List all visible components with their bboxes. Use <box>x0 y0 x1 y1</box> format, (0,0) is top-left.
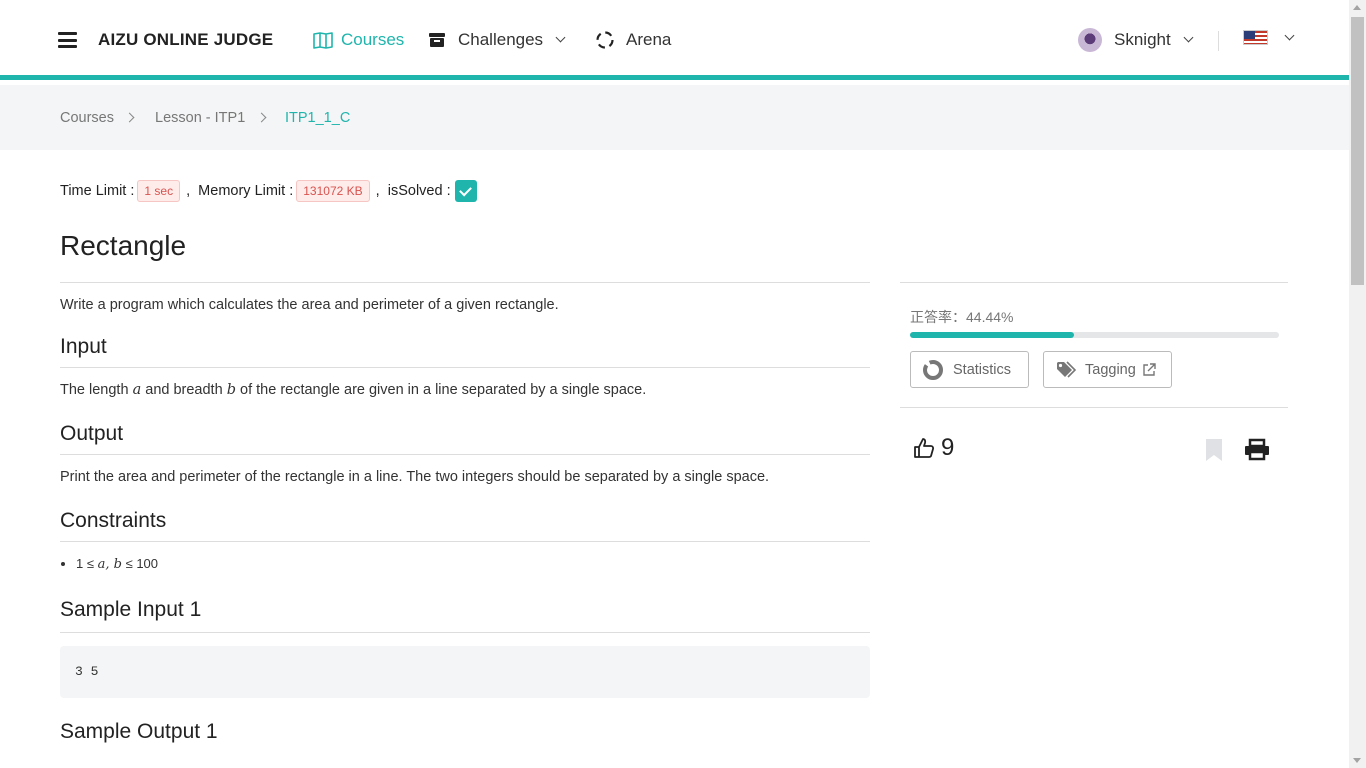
avatar <box>1078 28 1102 52</box>
problem-statement: Rectangle Write a program which calculat… <box>60 230 870 752</box>
nav-challenges[interactable]: Challenges <box>428 30 566 50</box>
scroll-up-arrow-icon[interactable] <box>1353 5 1361 10</box>
input-description: The length a and breadth b of the rectan… <box>60 382 870 398</box>
memory-limit-label: Memory Limit : <box>198 183 294 199</box>
progress-fill <box>910 332 1074 338</box>
separator-comma: , <box>186 183 199 199</box>
chevron-down-icon <box>1183 32 1194 43</box>
user-menu[interactable]: Sknight <box>1078 28 1194 52</box>
acceptance-rate: 正答率：44.44% <box>910 309 1014 325</box>
chevron-down-icon <box>555 32 566 43</box>
nav-arena[interactable]: Arena <box>595 30 671 50</box>
solved-label: isSolved : <box>387 183 451 199</box>
memory-limit-badge: 131072 KB <box>296 180 370 202</box>
bookmark-icon[interactable] <box>1205 438 1223 462</box>
side-panel: 正答率：44.44% Statistics Tagging 9 <box>900 282 1288 461</box>
tags-icon <box>1057 360 1077 378</box>
problem-description: Write a program which calculates the are… <box>60 297 559 313</box>
time-limit-badge: 1 sec <box>137 180 181 202</box>
breadcrumb: Courses Lesson - ITP1 ITP1_1_C <box>0 85 1349 150</box>
math-vars: a, b <box>97 557 122 572</box>
nav-challenges-label: Challenges <box>458 30 544 49</box>
chevron-down-icon <box>1284 30 1295 40</box>
breadcrumb-courses[interactable]: Courses <box>60 110 114 126</box>
hamburger-menu-icon[interactable] <box>58 32 77 48</box>
nav-divider <box>1218 31 1219 51</box>
time-limit-label: Time Limit : <box>60 183 135 199</box>
language-menu[interactable] <box>1243 30 1295 45</box>
archive-icon <box>429 33 445 47</box>
stats-panel: 正答率：44.44% Statistics Tagging <box>900 282 1288 408</box>
scroll-down-arrow-icon[interactable] <box>1353 758 1361 763</box>
nav-courses[interactable]: Courses <box>313 30 404 50</box>
math-var-b: b <box>226 382 236 398</box>
thumbs-up-icon <box>914 438 935 458</box>
output-heading: Output <box>60 422 870 455</box>
nav-courses-label: Courses <box>341 30 405 49</box>
top-navbar: AIZU ONLINE JUDGE Courses Challenges Are… <box>0 0 1349 80</box>
scrollbar[interactable] <box>1349 0 1366 768</box>
like-count: 9 <box>941 434 955 461</box>
us-flag-icon <box>1243 30 1268 45</box>
input-text: and breadth <box>145 382 223 398</box>
circle-notch-icon <box>596 31 614 49</box>
constraints-heading: Constraints <box>60 509 870 542</box>
list-item: 1 ≤ a, b ≤ 100 <box>76 556 870 572</box>
page-title: Rectangle <box>60 230 870 283</box>
separator-comma: , <box>375 183 388 199</box>
pie-chart-icon <box>923 359 943 380</box>
external-link-icon <box>1143 362 1156 376</box>
scrollbar-thumb[interactable] <box>1351 17 1364 285</box>
constraint-text: 1 ≤ <box>76 556 94 571</box>
input-text: The length <box>60 382 129 398</box>
breadcrumb-problem[interactable]: ITP1_1_C <box>285 110 350 126</box>
math-var-a: a <box>132 382 142 398</box>
output-description: Print the area and perimeter of the rect… <box>60 469 770 485</box>
sample-input-heading: Sample Input 1 <box>60 598 870 633</box>
acceptance-progress-bar <box>910 332 1279 338</box>
chevron-right-icon <box>256 112 267 123</box>
input-heading: Input <box>60 335 870 368</box>
tagging-button[interactable]: Tagging <box>1043 351 1172 388</box>
breadcrumb-lesson[interactable]: Lesson - ITP1 <box>155 110 245 126</box>
sample-output-heading: Sample Output 1 <box>60 720 218 743</box>
check-icon <box>454 180 477 202</box>
username: Sknight <box>1114 30 1171 49</box>
sample-input-block: 3 5 <box>60 646 870 698</box>
book-icon <box>313 31 333 49</box>
statistics-label: Statistics <box>953 361 1012 378</box>
statistics-button[interactable]: Statistics <box>910 351 1029 388</box>
brand-logo[interactable]: AIZU ONLINE JUDGE <box>98 30 273 50</box>
like-button[interactable]: 9 <box>913 434 954 462</box>
input-text: of the rectangle are given in a line sep… <box>240 382 647 398</box>
problem-limits: Time Limit : 1 sec , Memory Limit : 1310… <box>60 180 477 202</box>
nav-arena-label: Arena <box>626 30 672 49</box>
constraints-list: 1 ≤ a, b ≤ 100 <box>60 556 870 572</box>
chevron-right-icon <box>124 112 135 123</box>
constraint-text: ≤ 100 <box>125 556 159 571</box>
tagging-label: Tagging <box>1085 361 1136 378</box>
print-icon[interactable] <box>1244 438 1270 462</box>
